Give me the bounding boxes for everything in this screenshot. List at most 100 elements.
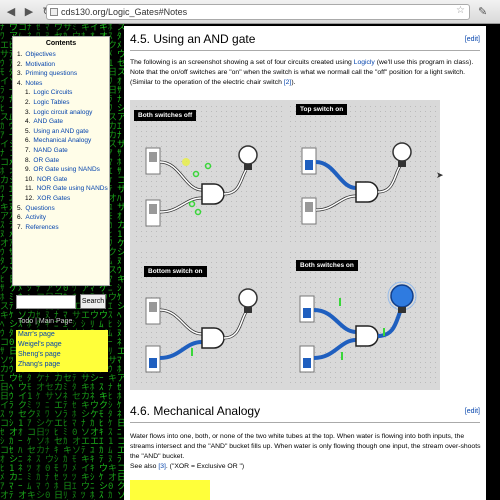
heading-rule — [130, 422, 480, 423]
mechanical-paragraph: Water flows into one, both, or none of t… — [130, 433, 481, 460]
user-page-link[interactable]: Marr's page — [16, 330, 108, 340]
circuit-drawings — [145, 142, 417, 373]
switch-lever — [149, 358, 157, 368]
section-heading-and-gate: 4.5. Using an AND gate — [130, 32, 256, 46]
switch-lever — [149, 302, 157, 312]
toc-item[interactable]: 7. References — [13, 223, 109, 233]
bulb-off — [238, 288, 258, 308]
toc-link[interactable]: References — [25, 224, 58, 231]
circuit-both-off — [145, 145, 258, 227]
toc-link[interactable]: XOR Gates — [37, 195, 70, 202]
toc-link[interactable]: Motivation — [25, 61, 55, 68]
switch-lever — [149, 152, 157, 162]
toc-link[interactable]: NOR Gate using NANDs — [37, 185, 108, 192]
ref-3-link[interactable]: [3] — [158, 463, 166, 470]
toc-link[interactable]: Priming questions — [25, 70, 77, 77]
wrench-icon[interactable]: ✎ — [478, 5, 487, 18]
toc-link[interactable]: Notes — [25, 80, 42, 87]
and-gate — [355, 181, 379, 203]
and-gate — [201, 183, 225, 205]
circuit-top-on — [301, 142, 412, 225]
toc-link[interactable]: Mechanical Analogy — [33, 137, 91, 144]
toc-link[interactable]: AND Gate — [33, 118, 63, 125]
search-button[interactable]: Search — [80, 294, 106, 309]
wire-on — [159, 340, 203, 360]
bulb-on — [390, 284, 414, 308]
toc-link[interactable]: NOR Gate — [37, 176, 67, 183]
bulb-off — [392, 142, 412, 162]
toc-title: Contents — [45, 40, 77, 47]
switch-lever — [149, 204, 157, 214]
switch-lever — [303, 308, 311, 318]
table-of-contents: Contents 1. Objectives 2. Motivation 3. Primi… — [12, 36, 110, 286]
address-bar[interactable]: cds130.org/Logic_Gates#Notes — [46, 4, 470, 20]
toc-link[interactable]: OR Gate — [33, 157, 59, 164]
user-page-link[interactable]: Zhang's page — [16, 360, 108, 370]
and-gate — [201, 327, 225, 349]
wire — [159, 308, 203, 336]
toc-link[interactable]: Using an AND gate — [33, 128, 88, 135]
main-content: 4.5. Using an AND gate [edit] The follow… — [124, 26, 486, 500]
toc-item[interactable]: 4. AND Gate — [13, 117, 109, 127]
cursor-arrow-icon: ➤ — [436, 170, 444, 180]
toc-link[interactable]: Questions — [25, 205, 54, 212]
toc-link[interactable]: OR Gate using NANDs — [33, 166, 99, 173]
user-page-link[interactable]: Weigel's page — [16, 340, 108, 350]
toc-item[interactable]: 2. Logic Tables — [13, 98, 109, 108]
edit-link-2[interactable]: [edit] — [465, 408, 480, 415]
toc-item[interactable]: 5. Using an AND gate — [13, 127, 109, 137]
wire-on — [377, 311, 402, 338]
toc-link[interactable]: Logic Tables — [33, 99, 69, 106]
browser-toolbar: ◀ ▶ ↻ cds130.org/Logic_Gates#Notes ☆ ✎ — [0, 0, 500, 24]
toc-item[interactable]: 1. Logic Circuits — [13, 88, 109, 98]
switch-lever — [305, 160, 313, 170]
toc-link[interactable]: Logic Circuits — [33, 89, 72, 96]
toc-item[interactable]: 4. Notes — [13, 79, 109, 89]
circuit-both-on — [299, 281, 417, 373]
toc-item[interactable]: 6. Mechanical Analogy — [13, 136, 109, 146]
intro-paragraph: The following is an screenshot showing a… — [130, 59, 474, 86]
wire-on — [315, 160, 357, 190]
toc-item[interactable]: 11. NOR Gate using NANDs — [13, 184, 109, 194]
toc-item[interactable]: 3. Priming questions — [13, 69, 109, 79]
toc-link[interactable]: NAND Gate — [33, 147, 67, 154]
search-input[interactable] — [16, 295, 76, 309]
toc-link[interactable]: Objectives — [25, 51, 55, 58]
forward-arrow-icon[interactable]: ▶ — [22, 5, 36, 19]
toc-item[interactable]: 3. Logic circuit analogy — [13, 108, 109, 118]
url-text: cds130.org/Logic_Gates#Notes — [61, 7, 188, 17]
back-arrow-icon[interactable]: ◀ — [4, 5, 18, 19]
matrix-column: ﾅ ﾜ エ サ ｳ ﾓ イ ﾗ ﾂ ﾋ ス ｶ ｱ イ ﾅ コ ﾎ カ ﾜ ﾅ … — [0, 24, 10, 500]
toc-link[interactable]: Logic circuit analogy — [33, 109, 92, 116]
switch-lever — [305, 202, 313, 212]
user-pages-box: Marr's page Weigel's page Sheng's page Zhan… — [16, 330, 108, 372]
toc-item[interactable]: 1. Objectives — [13, 50, 109, 60]
logic-circuits-figure: Both switches off Top switch on Bottom s… — [130, 100, 440, 390]
todo-main-page-link[interactable]: Todo | Main Page — [18, 318, 72, 325]
toc-link[interactable]: Activity — [25, 214, 46, 221]
section-heading-mechanical: 4.6. Mechanical Analogy — [130, 404, 261, 418]
bookmark-star-icon[interactable]: ☆ — [456, 5, 465, 16]
yellow-highlight-box — [130, 480, 210, 500]
edit-link-1[interactable]: [edit] — [465, 36, 480, 43]
toc-list: 1. Objectives 2. Motivation 3. Priming questi… — [13, 50, 109, 232]
search-area: Search — [16, 294, 106, 310]
page-icon — [50, 8, 58, 16]
toc-item[interactable]: 12. XOR Gates — [13, 194, 109, 204]
bulb-off — [238, 145, 258, 165]
wire-on — [313, 308, 357, 334]
switch-lever — [303, 358, 311, 368]
logicly-link[interactable]: Logicly — [354, 59, 375, 66]
toc-item[interactable]: 9. OR Gate using NANDs — [13, 165, 109, 175]
toc-item[interactable]: 8. OR Gate — [13, 156, 109, 166]
toc-item[interactable]: 10. NOR Gate — [13, 175, 109, 185]
toc-item[interactable]: 6. Activity — [13, 213, 109, 223]
and-gate — [355, 325, 379, 347]
heading-rule — [130, 50, 480, 51]
toc-item[interactable]: 7. NAND Gate — [13, 146, 109, 156]
user-page-link[interactable]: Sheng's page — [16, 350, 108, 360]
toc-item[interactable]: 5. Questions — [13, 204, 109, 214]
circuit-bottom-on — [145, 288, 258, 373]
wire-on — [313, 338, 357, 360]
toc-item[interactable]: 2. Motivation — [13, 60, 109, 70]
